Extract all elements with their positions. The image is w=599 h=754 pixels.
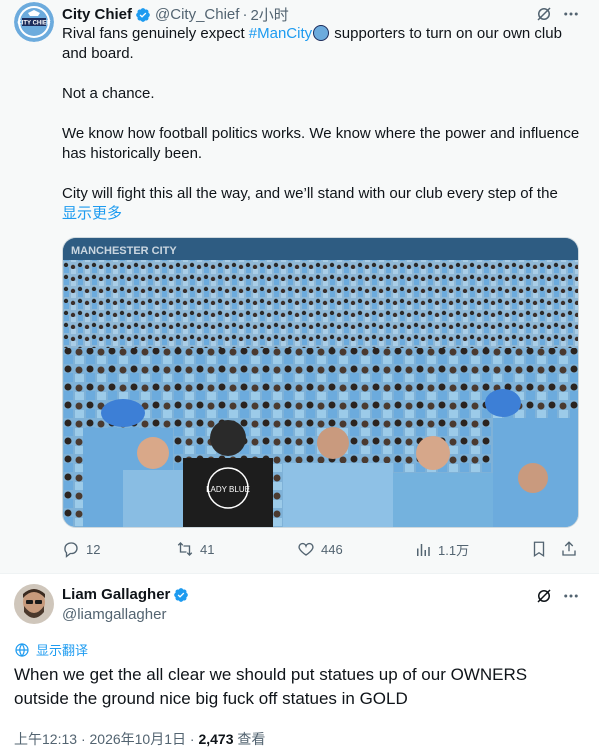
show-more-link[interactable]: 显示更多 bbox=[62, 204, 584, 224]
views-button[interactable]: 1.1万 bbox=[414, 540, 469, 559]
text-segment: Rival fans genuinely expect bbox=[62, 25, 249, 42]
bookmark-button[interactable] bbox=[530, 540, 554, 558]
reply-text: When we get the all clear we should put … bbox=[14, 665, 528, 708]
tweet-actions-bar: 12 41 446 1.1万 bbox=[62, 540, 582, 560]
separator-dot: · bbox=[189, 731, 195, 747]
reply-views-label: 查看 bbox=[237, 731, 266, 747]
more-options-icon[interactable] bbox=[561, 4, 581, 24]
verified-badge-icon bbox=[174, 587, 189, 602]
heart-icon bbox=[298, 542, 314, 556]
reply-date[interactable]: 2026年10月1日 bbox=[90, 731, 187, 747]
liam-gallagher-avatar[interactable] bbox=[14, 584, 54, 624]
stadium-banner-text: MANCHESTER CITY bbox=[71, 245, 177, 257]
reply-author-handle[interactable]: @liamgallagher bbox=[62, 606, 166, 623]
grok-icon[interactable] bbox=[534, 4, 554, 24]
tweet-time[interactable]: 2小时 bbox=[250, 4, 288, 25]
reply-button[interactable]: 12 bbox=[62, 540, 100, 558]
reply-view-count: 2,473 bbox=[198, 731, 234, 747]
svg-text:CITY CHIEF: CITY CHIEF bbox=[17, 21, 51, 27]
profile-photo-icon bbox=[14, 584, 54, 624]
view-count: 1.1万 bbox=[438, 543, 470, 558]
views-chart-icon bbox=[417, 543, 430, 556]
crowd-photo-image: MANCHESTER CITY LADY BLUE bbox=[63, 238, 578, 527]
author-handle[interactable]: @City_Chief bbox=[155, 6, 239, 23]
bookmark-icon bbox=[533, 541, 545, 558]
like-count: 446 bbox=[321, 541, 343, 557]
tweet-card[interactable]: CITY CHIEF City Chief @City_Chief · 2小时 … bbox=[0, 0, 599, 574]
hashtag-link[interactable]: #ManCity bbox=[249, 25, 312, 42]
reply-handle-row: @liamgallagher bbox=[62, 606, 166, 623]
verified-badge-icon bbox=[136, 7, 150, 22]
tweet-paragraph-1: Rival fans genuinely expect #ManCity sup… bbox=[62, 24, 584, 64]
author-name[interactable]: City Chief bbox=[62, 6, 132, 23]
grok-icon[interactable] bbox=[534, 586, 554, 606]
tweet-header: City Chief @City_Chief · 2小时 bbox=[62, 4, 289, 25]
reply-author-name[interactable]: Liam Gallagher bbox=[62, 586, 170, 603]
tweet-text: Rival fans genuinely expect #ManCity sup… bbox=[62, 24, 584, 224]
shirt-print-text: LADY BLUE bbox=[206, 485, 250, 494]
tweet-paragraph-3: We know how football politics works. We … bbox=[62, 125, 580, 162]
reply-meta: 上午12:13 · 2026年10月1日 · 2,473 查看 bbox=[14, 729, 265, 749]
city-chief-logo-icon: CITY CHIEF bbox=[14, 2, 54, 42]
reply-count: 12 bbox=[86, 541, 101, 557]
reply-icon bbox=[64, 542, 78, 558]
share-icon bbox=[562, 541, 576, 556]
tweet-paragraph-2: Not a chance. bbox=[62, 85, 155, 102]
retweet-count: 41 bbox=[200, 541, 215, 557]
retweet-icon bbox=[177, 542, 193, 556]
share-button[interactable] bbox=[560, 540, 584, 558]
tweet-paragraph-4: City will fight this all the way, and we… bbox=[62, 185, 558, 202]
man-city-hashflag-icon bbox=[313, 25, 330, 41]
reply-time[interactable]: 上午12:13 bbox=[14, 731, 77, 747]
like-button[interactable]: 446 bbox=[297, 540, 343, 558]
translate-globe-icon bbox=[15, 642, 29, 657]
show-translation-link[interactable]: 显示翻译 bbox=[14, 640, 88, 659]
more-options-icon[interactable] bbox=[561, 586, 581, 606]
retweet-button[interactable]: 41 bbox=[176, 540, 214, 558]
tweet-photo[interactable]: MANCHESTER CITY LADY BLUE bbox=[62, 237, 579, 528]
reply-author-name-row: Liam Gallagher bbox=[62, 586, 189, 603]
separator-dot: · bbox=[80, 731, 86, 747]
translate-label: 显示翻译 bbox=[36, 643, 89, 658]
city-chief-avatar[interactable]: CITY CHIEF bbox=[14, 2, 54, 42]
separator-dot: · bbox=[242, 6, 248, 23]
